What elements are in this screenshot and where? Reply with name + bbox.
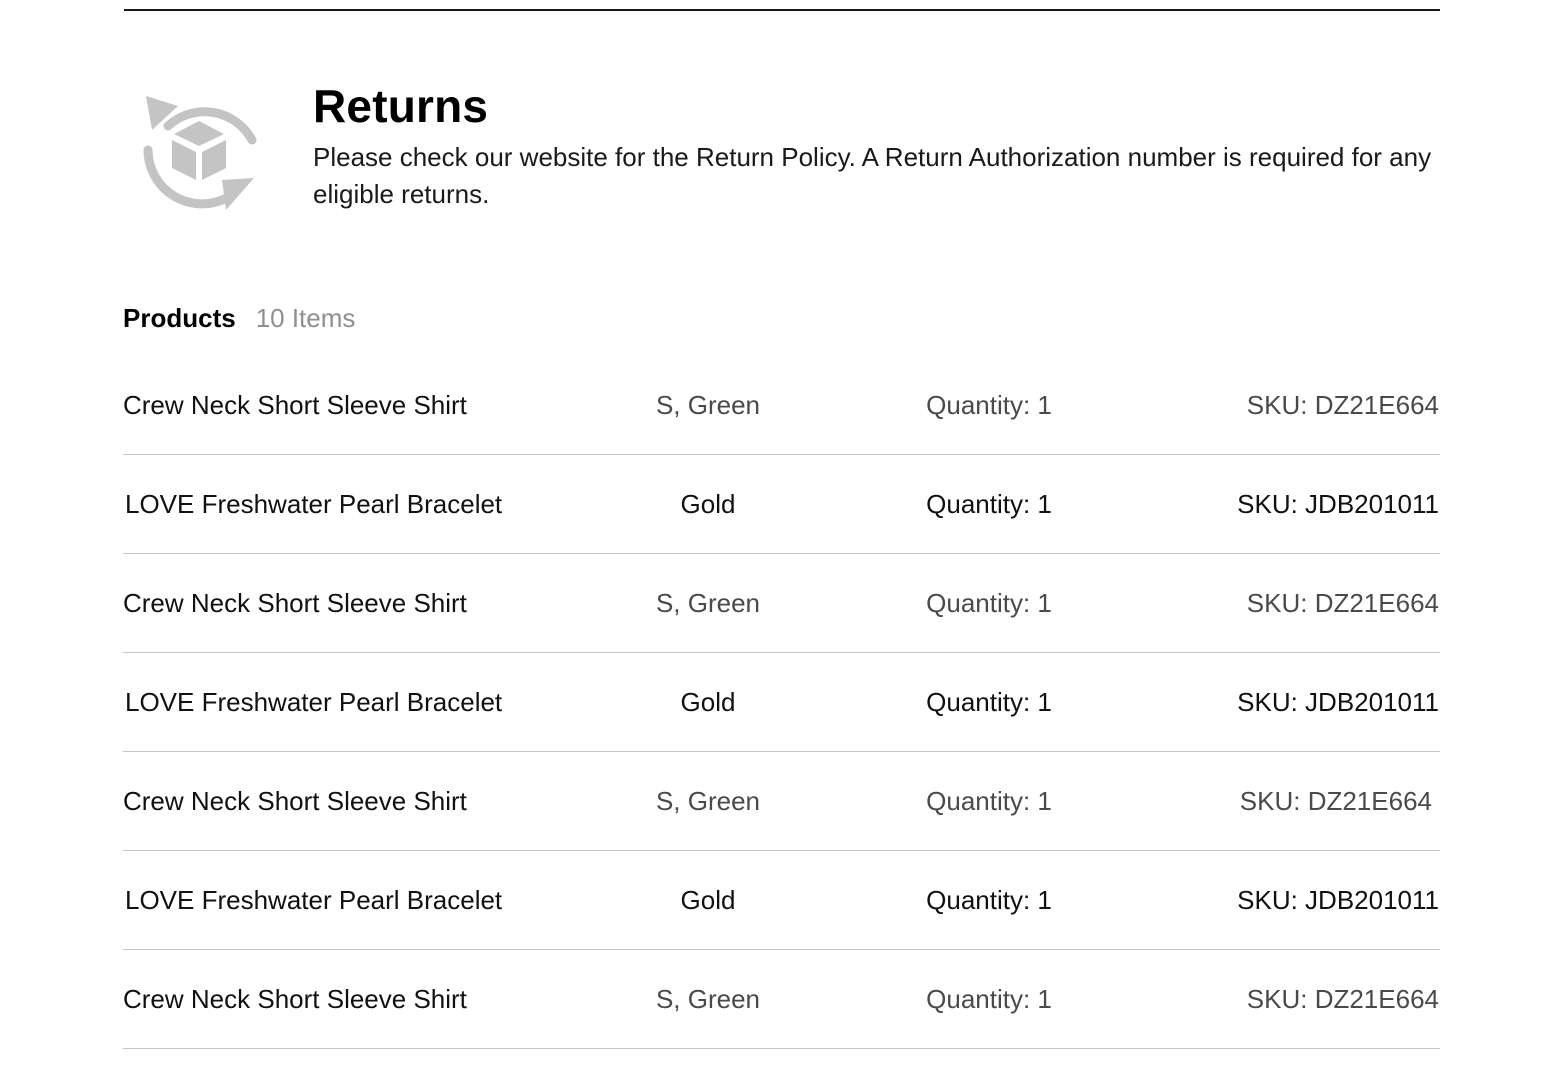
top-divider	[124, 9, 1440, 11]
returns-title: Returns	[313, 80, 489, 132]
product-variant: Gold	[680, 885, 736, 915]
product-variant: S, Green	[655, 588, 761, 618]
product-row: LOVE Freshwater Pearl Bracelet Gold Quan…	[123, 851, 1440, 950]
returns-policy-text: Please check our website for the Return …	[313, 142, 1432, 209]
product-name: LOVE Freshwater Pearl Bracelet	[125, 489, 503, 519]
product-sku: SKU: JDB201011	[1237, 885, 1439, 915]
products-count: 10 Items	[255, 303, 356, 333]
product-quantity: Quantity: 1	[926, 786, 1052, 816]
product-name: LOVE Freshwater Pearl Bracelet	[125, 885, 503, 915]
product-sku: SKU: DZ21E664	[1246, 588, 1439, 618]
product-quantity: Quantity: 1	[926, 885, 1052, 915]
product-name: Crew Neck Short Sleeve Shirt	[123, 390, 467, 420]
product-sku: SKU: DZ21E664	[1239, 786, 1432, 816]
product-row: Crew Neck Short Sleeve Shirt S, Green Qu…	[123, 752, 1440, 851]
product-variant: S, Green	[655, 390, 761, 420]
product-row: Crew Neck Short Sleeve Shirt S, Green Qu…	[123, 554, 1440, 653]
product-quantity: Quantity: 1	[926, 984, 1052, 1014]
product-name: Crew Neck Short Sleeve Shirt	[123, 786, 467, 816]
product-sku: SKU: DZ21E664	[1246, 390, 1439, 420]
product-name: Crew Neck Short Sleeve Shirt	[123, 984, 467, 1014]
product-sku: SKU: JDB201011	[1237, 489, 1439, 519]
product-variant: S, Green	[655, 984, 761, 1014]
product-row: LOVE Freshwater Pearl Bracelet Gold Quan…	[123, 653, 1440, 752]
product-name: Crew Neck Short Sleeve Shirt	[123, 588, 467, 618]
product-quantity: Quantity: 1	[926, 390, 1052, 420]
product-variant: S, Green	[655, 786, 761, 816]
products-header: Products 10 Items	[123, 303, 355, 339]
product-sku: SKU: JDB201011	[1237, 687, 1439, 717]
product-variant: Gold	[680, 489, 736, 519]
box-return-arrows-icon	[134, 86, 264, 216]
product-row: LOVE Freshwater Pearl Bracelet Gold Quan…	[123, 455, 1440, 554]
products-label: Products	[123, 303, 236, 333]
product-name: LOVE Freshwater Pearl Bracelet	[125, 687, 503, 717]
product-row: Crew Neck Short Sleeve Shirt S, Green Qu…	[123, 356, 1440, 455]
product-list: Crew Neck Short Sleeve Shirt S, Green Qu…	[123, 356, 1440, 1049]
product-row: Crew Neck Short Sleeve Shirt S, Green Qu…	[123, 950, 1440, 1049]
product-variant: Gold	[680, 687, 736, 717]
product-quantity: Quantity: 1	[926, 687, 1052, 717]
product-quantity: Quantity: 1	[926, 588, 1052, 618]
product-quantity: Quantity: 1	[926, 489, 1052, 519]
product-sku: SKU: DZ21E664	[1246, 984, 1439, 1014]
